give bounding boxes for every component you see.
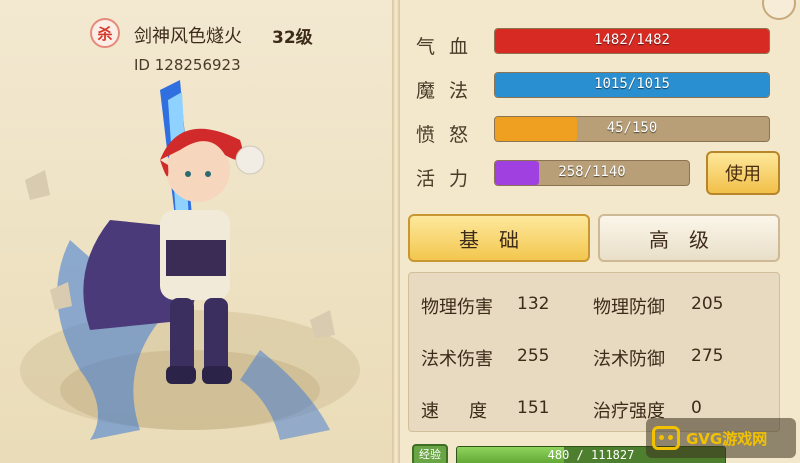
mp-bar: 1015/1015 bbox=[494, 72, 770, 98]
tab-advanced[interactable]: 高级 bbox=[598, 214, 780, 262]
character-portrait bbox=[20, 80, 360, 440]
gamepad-icon bbox=[652, 426, 680, 450]
faction-badge-icon: 杀 bbox=[90, 18, 120, 48]
tab-basic[interactable]: 基础 bbox=[408, 214, 590, 262]
watermark: GVG游戏网 bbox=[646, 418, 796, 458]
rage-bar: 45/150 bbox=[494, 116, 770, 142]
mp-value: 1015/1015 bbox=[594, 76, 670, 92]
character-name: 剑神风色燧火 bbox=[134, 26, 242, 47]
attr-name: 物理伤害 bbox=[421, 297, 493, 318]
stat-label-rage: 愤怒 bbox=[416, 124, 483, 146]
attr-name: 法术防御 bbox=[593, 349, 665, 370]
attributes-box: 物理伤害 132 物理防御 205 法术伤害 255 法术防御 275 速度 1… bbox=[408, 272, 780, 432]
vigor-bar: 258/1140 bbox=[494, 160, 690, 186]
close-corner-button[interactable] bbox=[762, 0, 796, 20]
attr-name: 速度 bbox=[421, 401, 517, 422]
stats-panel: 气血 1482/1482 魔法 1015/1015 愤怒 45/150 活力 2… bbox=[400, 0, 800, 463]
use-vigor-button[interactable]: 使用 bbox=[706, 151, 780, 195]
character-panel: 杀 剑神风色燧火 32级 ID 128256923 bbox=[0, 0, 392, 463]
attr-value: 205 bbox=[691, 294, 724, 314]
watermark-text: GVG游戏网 bbox=[686, 429, 768, 448]
attr-value: 275 bbox=[691, 346, 724, 366]
hp-bar: 1482/1482 bbox=[494, 28, 770, 54]
attr-value: 151 bbox=[517, 398, 550, 418]
attr-value: 0 bbox=[691, 398, 702, 418]
exp-icon: 经验 bbox=[412, 444, 448, 463]
attr-value: 255 bbox=[517, 346, 550, 366]
stat-label-mp: 魔法 bbox=[416, 80, 483, 102]
hp-value: 1482/1482 bbox=[594, 32, 670, 48]
vigor-value: 258/1140 bbox=[558, 164, 626, 180]
panel-divider bbox=[392, 0, 400, 463]
attr-name: 物理防御 bbox=[593, 297, 665, 318]
stat-label-hp: 气血 bbox=[416, 36, 483, 58]
character-level: 32级 bbox=[272, 28, 313, 48]
attr-value: 132 bbox=[517, 294, 550, 314]
rage-value: 45/150 bbox=[606, 120, 658, 136]
stat-label-vigor: 活力 bbox=[416, 168, 483, 190]
attr-name: 法术伤害 bbox=[421, 349, 493, 370]
